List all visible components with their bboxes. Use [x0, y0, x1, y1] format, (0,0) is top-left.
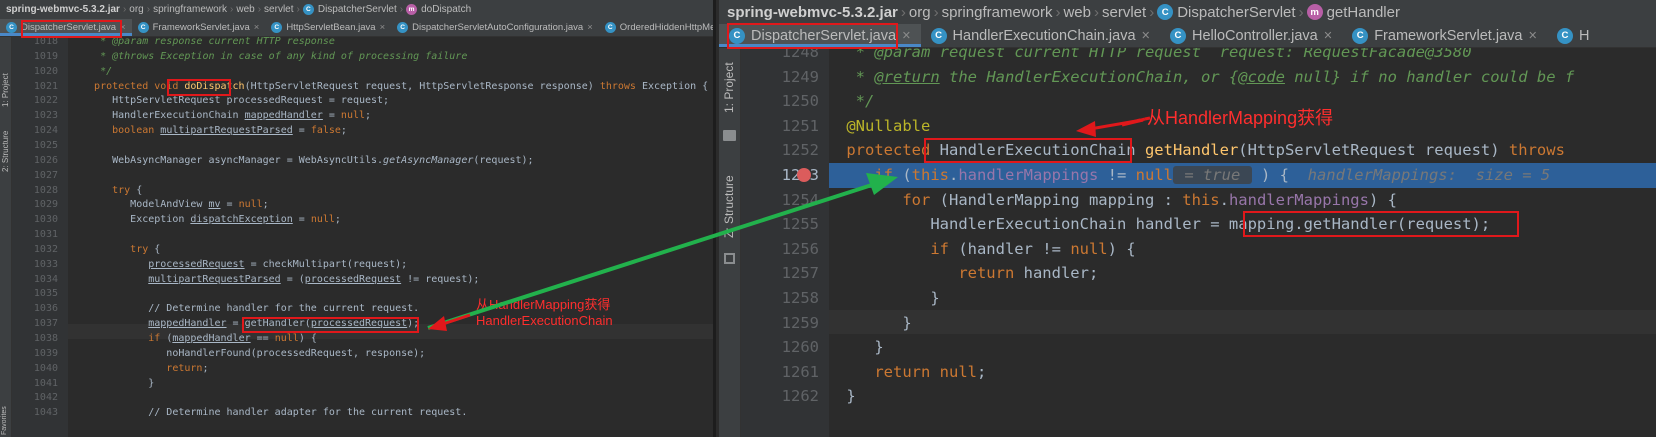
red-arrowhead-left — [428, 316, 447, 331]
arrows-overlay — [427, 116, 1151, 331]
red-arrowhead-right — [1076, 121, 1096, 137]
green-arrowhead — [866, 173, 898, 195]
red-arrow-right-shaft — [1089, 118, 1143, 131]
green-arrow — [427, 181, 879, 330]
